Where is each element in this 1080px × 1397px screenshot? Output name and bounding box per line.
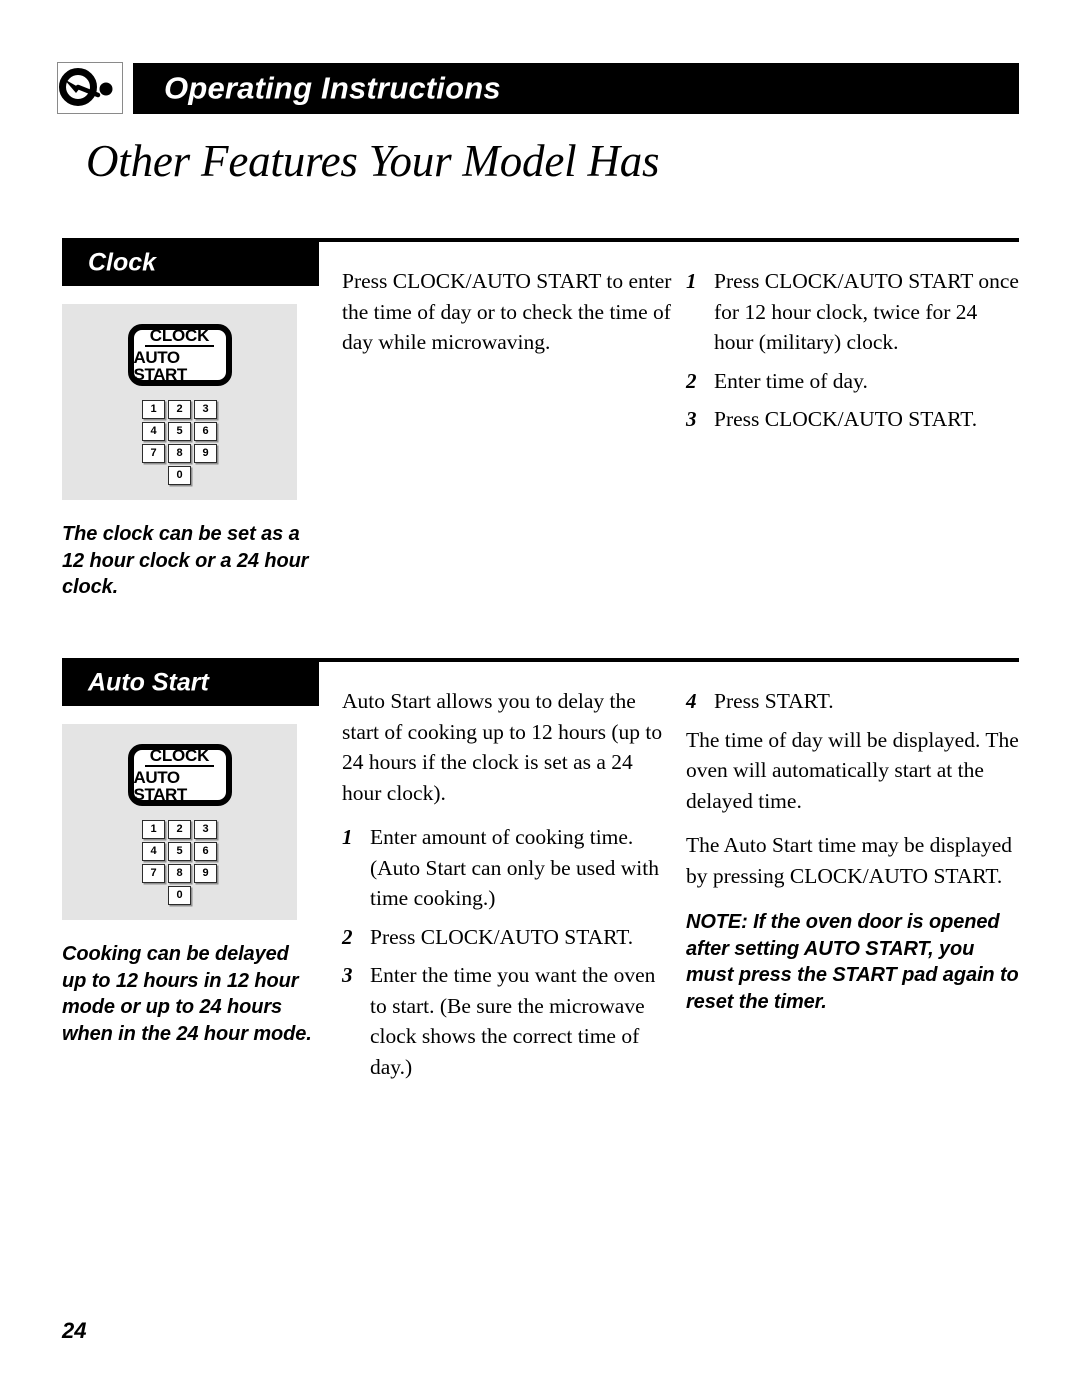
keypad-row: 7 8 9 xyxy=(141,444,219,463)
key-0: 0 xyxy=(168,886,191,905)
key-0: 0 xyxy=(168,466,191,485)
keypad-row: 4 5 6 xyxy=(141,842,219,861)
clock-middle-column: Press CLOCK/AUTO START to enter the time… xyxy=(342,266,672,358)
step-number: 2 xyxy=(342,924,353,949)
control-panel-illustration-clock: CLOCK AUTO START 1 2 3 4 5 6 7 8 9 0 xyxy=(62,304,297,500)
step-number: 1 xyxy=(342,825,353,849)
keypad-row: 1 2 3 xyxy=(141,820,219,839)
step-text: Press START. xyxy=(714,689,834,713)
key-4: 4 xyxy=(142,422,165,441)
number-keypad: 1 2 3 4 5 6 7 8 9 0 xyxy=(141,820,219,908)
key-5: 5 xyxy=(168,842,191,861)
key-4: 4 xyxy=(142,842,165,861)
clock-auto-start-pad: CLOCK AUTO START xyxy=(127,324,232,386)
auto-start-middle-column: Auto Start allows you to delay the start… xyxy=(342,686,672,1090)
auto-start-right-column: 4 Press START. The time of day will be d… xyxy=(686,686,1019,1015)
key-3: 3 xyxy=(194,820,217,839)
key-2: 2 xyxy=(168,820,191,839)
page-number: 24 xyxy=(62,1318,87,1343)
page-header: Operating Instructions xyxy=(0,0,1080,130)
key-5: 5 xyxy=(168,422,191,441)
keypad-row: 4 5 6 xyxy=(141,422,219,441)
section-heading-label: Auto Start xyxy=(88,668,209,697)
keypad-row: 7 8 9 xyxy=(141,864,219,883)
step-text: Press CLOCK/AUTO START. xyxy=(714,407,978,431)
key-3: 3 xyxy=(194,400,217,419)
auto-start-step-4: 4 Press START. xyxy=(686,686,1019,717)
running-header-bar: Operating Instructions xyxy=(133,63,1019,114)
keypad-row: 0 xyxy=(141,886,219,905)
key-1: 1 xyxy=(142,400,165,419)
page-title: Other Features Your Model Has xyxy=(86,136,660,186)
step-text: Enter amount of cooking time. (Auto Star… xyxy=(370,825,660,910)
step-number: 3 xyxy=(342,963,353,987)
auto-start-intro-paragraph: Auto Start allows you to delay the start… xyxy=(342,689,663,805)
auto-start-step-3: 3 Enter the time you want the oven to st… xyxy=(342,960,672,1082)
clock-auto-start-pad: CLOCK AUTO START xyxy=(127,744,232,806)
step-text: Press CLOCK/AUTO START once for 12 hour … xyxy=(714,269,1019,354)
microwave-dial-icon xyxy=(57,62,123,114)
clock-right-column: 1 Press CLOCK/AUTO START once for 12 hou… xyxy=(686,266,1019,443)
clock-step-3: 3 Press CLOCK/AUTO START. xyxy=(686,404,1019,435)
step-text: Enter time of day. xyxy=(714,368,868,393)
key-8: 8 xyxy=(168,864,191,883)
key-1: 1 xyxy=(142,820,165,839)
key-7: 7 xyxy=(142,444,165,463)
section-header-auto-start: Auto Start xyxy=(62,662,319,706)
clock-step-2: 2 Enter time of day. xyxy=(686,366,1019,397)
step-number: 3 xyxy=(686,407,697,431)
auto-start-result-paragraph-2: The Auto Start time may be displayed by … xyxy=(686,833,1013,888)
side-note-auto-start: Cooking can be delayed up to 12 hours in… xyxy=(62,943,312,1045)
number-keypad: 1 2 3 4 5 6 7 8 9 0 xyxy=(141,400,219,488)
running-header-title: Operating Instructions xyxy=(164,69,501,105)
auto-start-step-1: 1 Enter amount of cooking time. (Auto St… xyxy=(342,822,672,914)
step-text: Press CLOCK/AUTO START. xyxy=(370,924,634,949)
section-header-clock: Clock xyxy=(62,242,319,286)
section-heading-label: Clock xyxy=(88,248,157,277)
key-6: 6 xyxy=(194,842,217,861)
key-9: 9 xyxy=(194,864,217,883)
pad-label-auto-start: AUTO START xyxy=(133,768,188,804)
clock-step-1: 1 Press CLOCK/AUTO START once for 12 hou… xyxy=(686,266,1019,358)
pad-label-clock: CLOCK xyxy=(144,327,215,347)
auto-start-note: NOTE: If the oven door is opened after s… xyxy=(686,911,1019,1013)
key-2: 2 xyxy=(168,400,191,419)
step-text: Enter the time you want the oven to star… xyxy=(370,963,656,1079)
step-number: 4 xyxy=(686,689,697,713)
key-8: 8 xyxy=(168,444,191,463)
key-9: 9 xyxy=(194,444,217,463)
step-number: 2 xyxy=(686,368,697,393)
keypad-row: 1 2 3 xyxy=(141,400,219,419)
auto-start-step-2: 2 Press CLOCK/AUTO START. xyxy=(342,922,672,953)
side-note-clock: The clock can be set as a 12 hour clock … xyxy=(62,523,309,598)
key-6: 6 xyxy=(194,422,217,441)
step-number: 1 xyxy=(686,269,697,293)
key-7: 7 xyxy=(142,864,165,883)
pad-label-clock: CLOCK xyxy=(144,747,215,767)
clock-intro-paragraph: Press CLOCK/AUTO START to enter the time… xyxy=(342,269,672,354)
pad-label-auto-start: AUTO START xyxy=(133,348,188,384)
keypad-row: 0 xyxy=(141,466,219,485)
auto-start-result-paragraph-1: The time of day will be displayed. The o… xyxy=(686,727,1019,813)
control-panel-illustration-auto-start: CLOCK AUTO START 1 2 3 4 5 6 7 8 9 0 xyxy=(62,724,297,920)
